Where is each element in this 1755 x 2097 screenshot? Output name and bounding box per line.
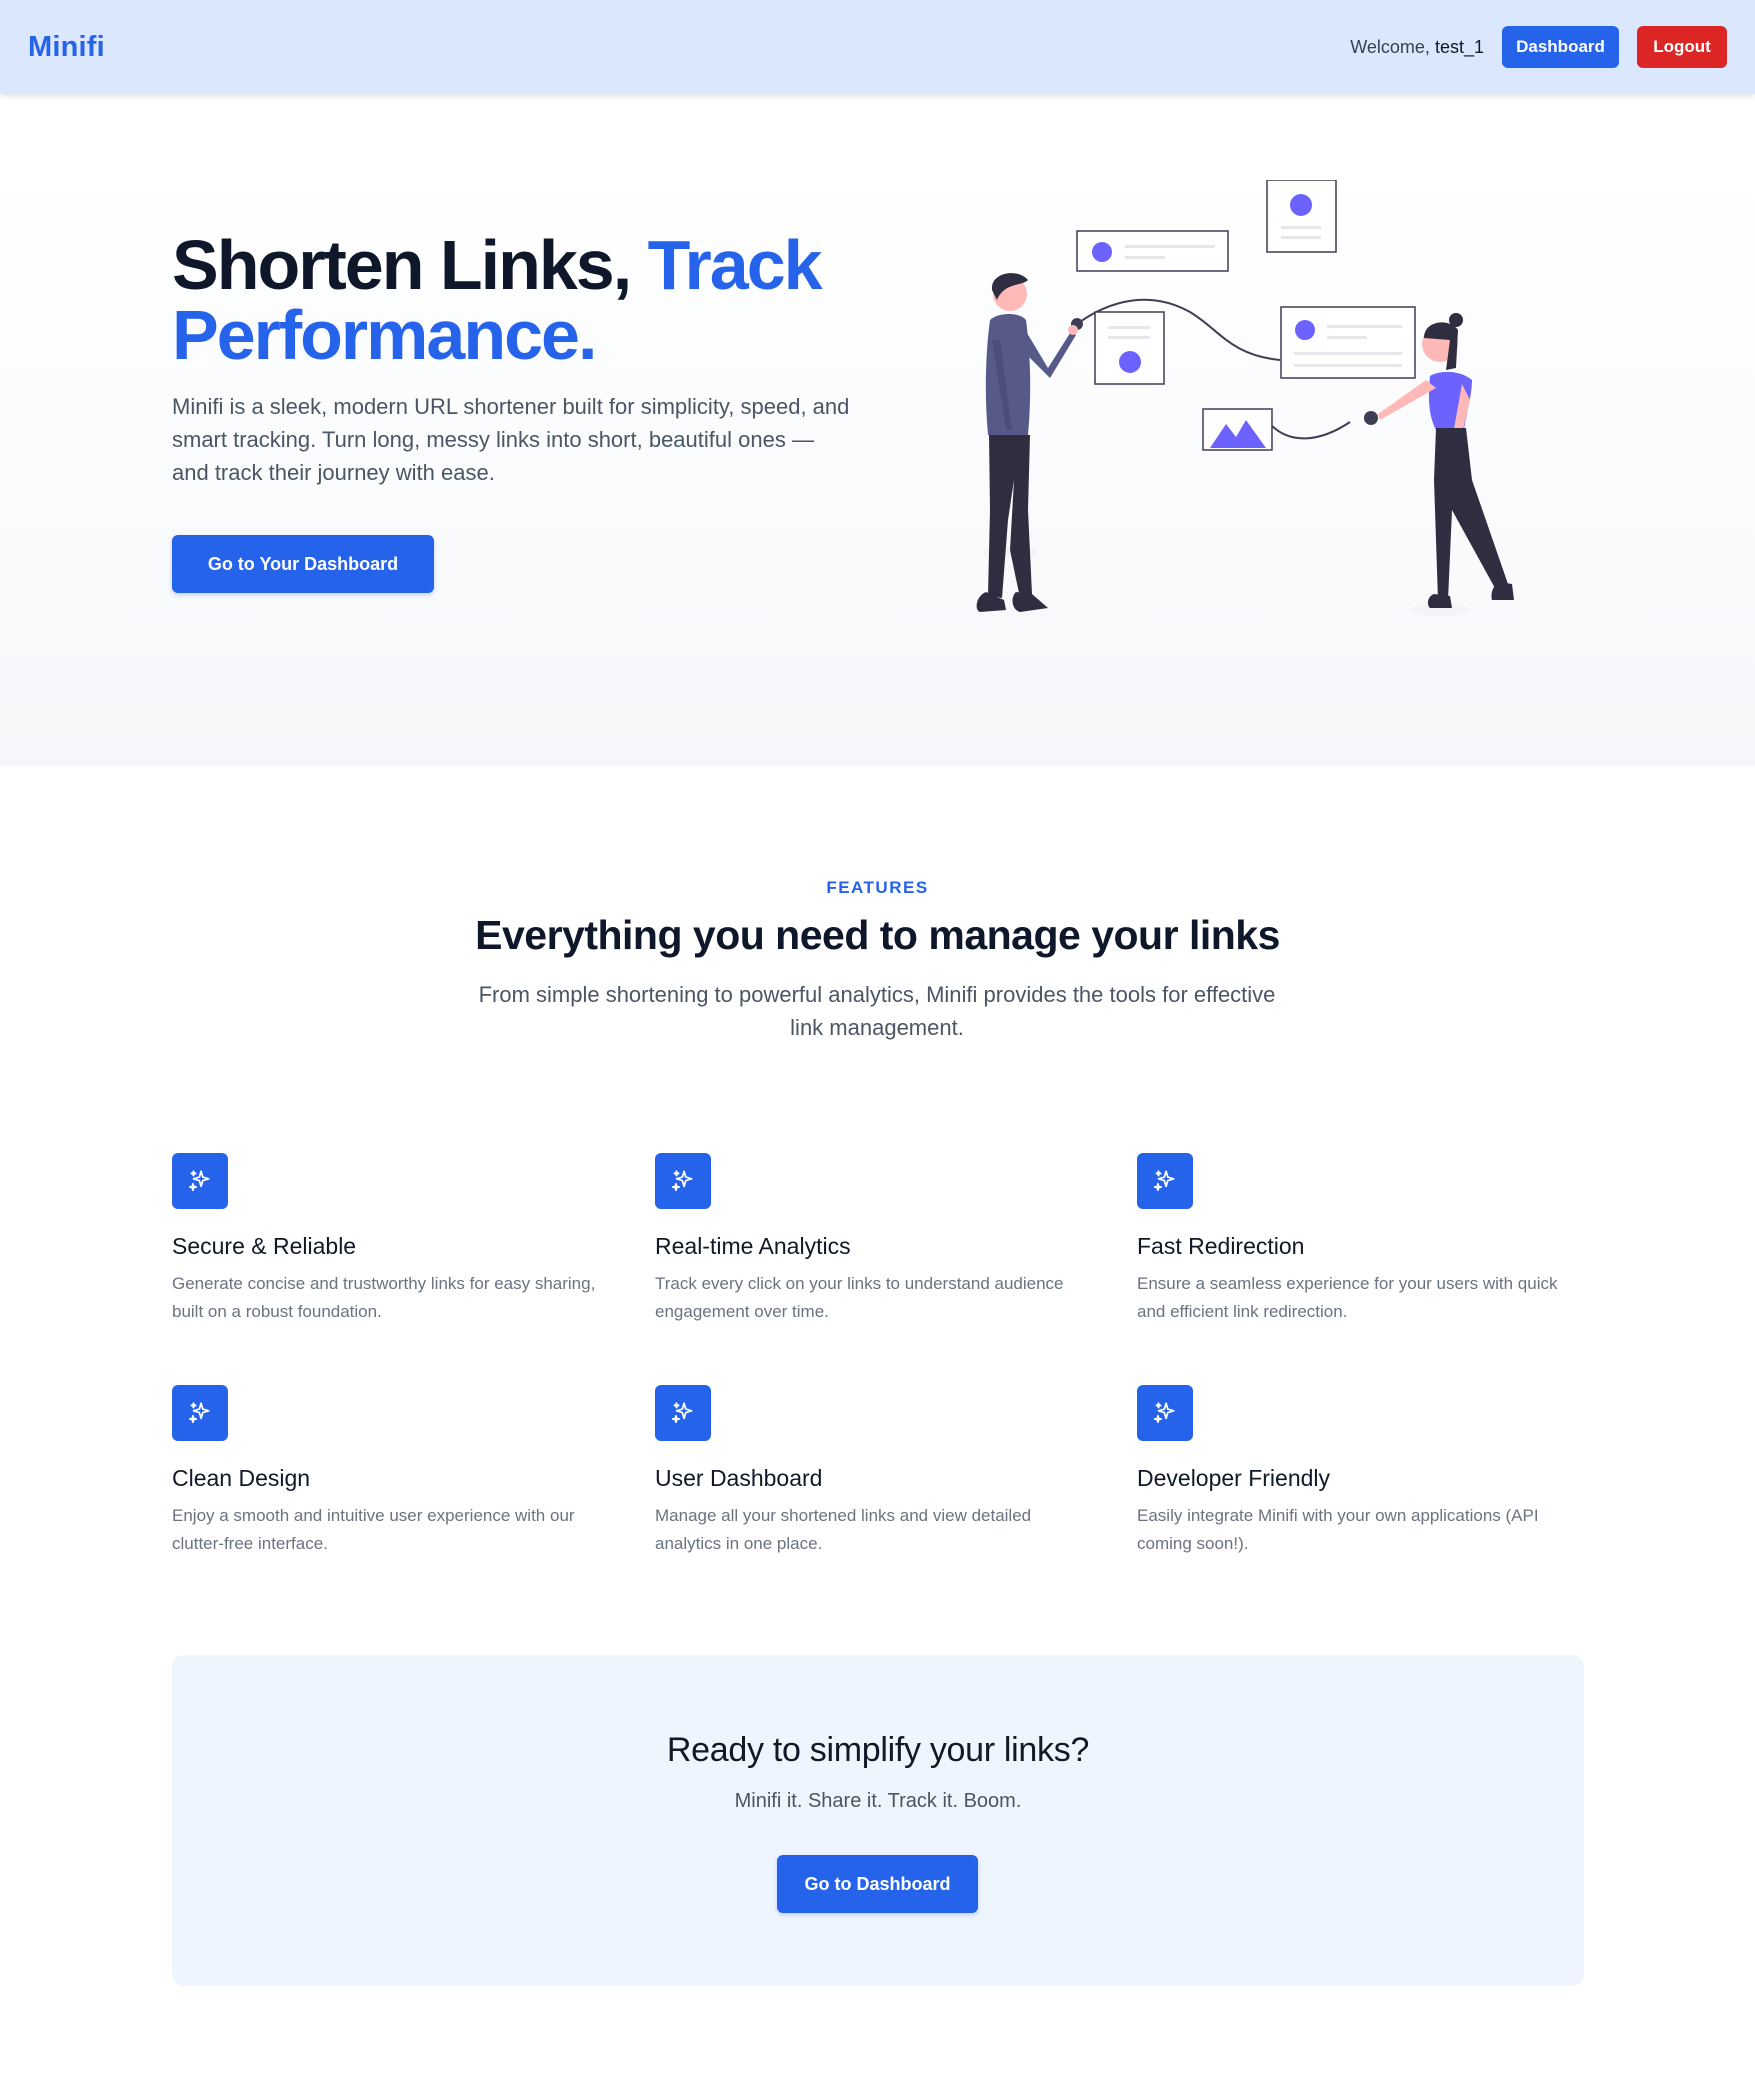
go-to-dashboard-button[interactable]: Go to Your Dashboard [172, 535, 434, 593]
sparkles-icon [1137, 1153, 1193, 1209]
feature-title: Secure & Reliable [172, 1233, 357, 1259]
feature-description: Manage all your shortened links and view… [655, 1506, 1032, 1553]
sparkles-icon [1137, 1385, 1193, 1441]
hero-section: Shorten Links, Track Performance. Minifi… [0, 94, 1755, 766]
feature-card-redirection: Fast Redirection Ensure a seamless exper… [1137, 1153, 1577, 1326]
sparkles-icon [172, 1153, 228, 1209]
welcome-text: Welcome, test_1 [1350, 37, 1484, 58]
features-title: Everything you need to manage your links [475, 912, 1280, 958]
sparkles-icon [655, 1385, 711, 1441]
hero-title: Shorten Links, Track Performance. [172, 230, 872, 370]
feature-card-secure: Secure & Reliable Generate concise and t… [172, 1153, 612, 1326]
nav-actions: Welcome, test_1 Dashboard Logout [1350, 26, 1727, 68]
username: test_1 [1434, 36, 1484, 57]
dashboard-button[interactable]: Dashboard [1502, 26, 1619, 68]
feature-description: Enjoy a smooth and intuitive user experi… [172, 1506, 575, 1553]
feature-description: Easily integrate Minifi with your own ap… [1137, 1506, 1539, 1553]
feature-description: Generate concise and trustworthy links f… [172, 1274, 596, 1321]
cta-section: Ready to simplify your links? Minifi it.… [172, 1655, 1584, 1986]
welcome-prefix: Welcome, [1350, 36, 1430, 57]
logo[interactable]: Minifi [28, 31, 105, 64]
feature-title: User Dashboard [655, 1465, 823, 1491]
feature-title: Clean Design [172, 1465, 311, 1491]
sparkles-icon [172, 1385, 228, 1441]
sparkles-icon [655, 1153, 711, 1209]
hero-illustration [976, 180, 1514, 616]
feature-title: Fast Redirection [1137, 1233, 1305, 1259]
feature-card-developer: Developer Friendly Easily integrate Mini… [1137, 1385, 1577, 1558]
cta-title: Ready to simplify your links? [666, 1731, 1090, 1769]
feature-title: Real-time Analytics [655, 1233, 851, 1259]
features-eyebrow: FEATURES [826, 878, 929, 897]
hero-title-main: Shorten Links, [172, 226, 648, 304]
cta-subtitle: Minifi it. Share it. Track it. Boom. [734, 1790, 1022, 1812]
cta-dashboard-button[interactable]: Go to Dashboard [777, 1855, 978, 1913]
logout-button[interactable]: Logout [1637, 26, 1727, 68]
feature-description: Ensure a seamless experience for your us… [1137, 1274, 1558, 1321]
feature-description: Track every click on your links to under… [655, 1274, 1064, 1321]
feature-card-dashboard: User Dashboard Manage all your shortened… [655, 1385, 1095, 1558]
feature-card-analytics: Real-time Analytics Track every click on… [655, 1153, 1095, 1326]
features-subtitle: From simple shortening to powerful analy… [478, 982, 1276, 1040]
feature-title: Developer Friendly [1137, 1465, 1331, 1491]
feature-card-design: Clean Design Enjoy a smooth and intuitiv… [172, 1385, 612, 1558]
navbar: Minifi Welcome, test_1 Dashboard Logout [0, 0, 1755, 94]
hero-description: Minifi is a sleek, modern URL shortener … [172, 394, 850, 485]
